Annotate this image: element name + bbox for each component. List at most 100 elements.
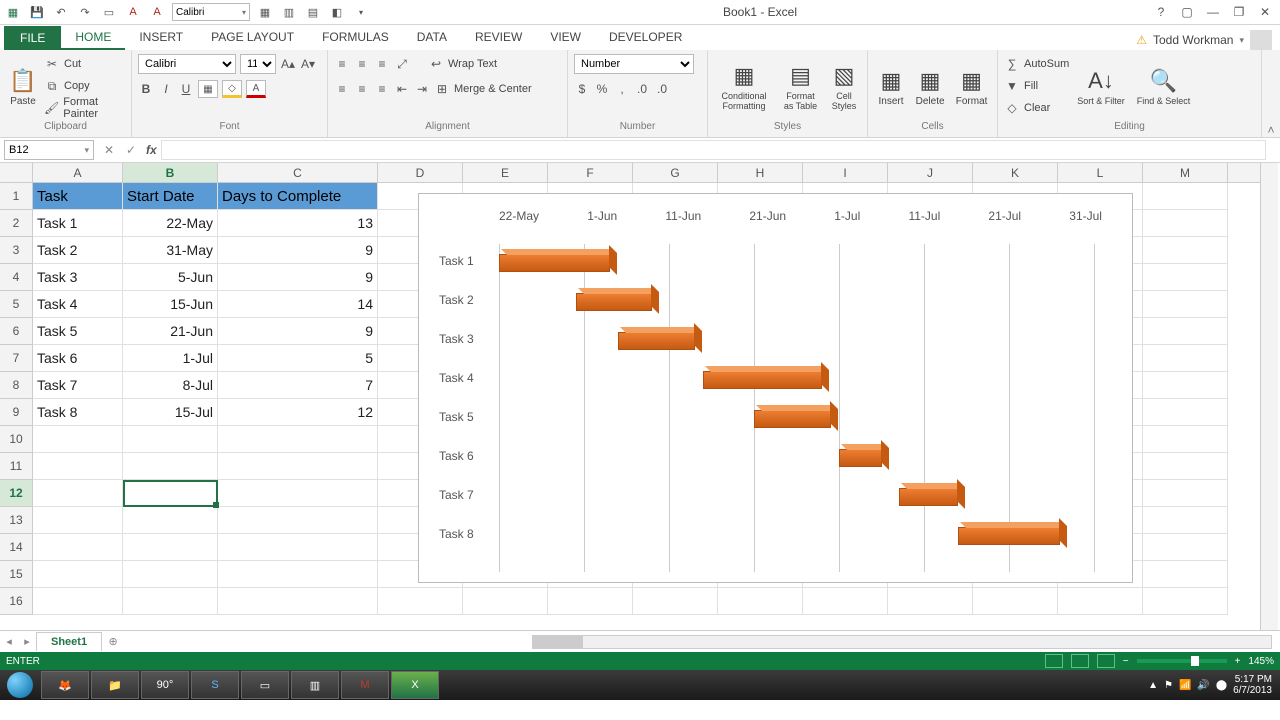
cell[interactable]: [463, 588, 548, 615]
taskbar-app-mcafee[interactable]: M: [341, 671, 389, 699]
ribbon-tab-data[interactable]: DATA: [403, 26, 461, 50]
border-icon[interactable]: ▦: [198, 80, 218, 98]
cell[interactable]: [633, 588, 718, 615]
save-icon[interactable]: 💾: [28, 3, 46, 21]
merge-center-button[interactable]: Merge & Center: [454, 83, 532, 95]
cell[interactable]: [33, 588, 123, 615]
taskbar-clock[interactable]: 5:17 PM 6/7/2013: [1233, 674, 1272, 696]
qat-icon-3[interactable]: A: [148, 3, 166, 21]
cell[interactable]: [123, 453, 218, 480]
bold-icon[interactable]: B: [138, 81, 154, 97]
insert-cells-button[interactable]: ▦Insert: [874, 53, 908, 121]
underline-icon[interactable]: U: [178, 81, 194, 97]
normal-view-icon[interactable]: [1045, 654, 1063, 668]
cell[interactable]: Task 5: [33, 318, 123, 345]
worksheet-area[interactable]: ABCDEFGHIJKLM 1TaskStart DateDays to Com…: [0, 163, 1280, 630]
tray-volume-icon[interactable]: 🔊: [1197, 680, 1209, 691]
align-left-icon[interactable]: ≡: [334, 81, 350, 97]
minimize-icon[interactable]: —: [1202, 3, 1224, 21]
horizontal-scrollbar[interactable]: [132, 635, 1272, 649]
find-select-button[interactable]: 🔍Find & Select: [1133, 53, 1195, 121]
cell[interactable]: Task 8: [33, 399, 123, 426]
column-header[interactable]: G: [633, 163, 718, 182]
tray-icon[interactable]: ⬤: [1216, 680, 1227, 691]
start-button[interactable]: [0, 670, 40, 700]
row-header[interactable]: 1: [0, 183, 33, 210]
percent-icon[interactable]: %: [594, 81, 610, 97]
zoom-level[interactable]: 145%: [1248, 656, 1274, 667]
column-header[interactable]: M: [1143, 163, 1228, 182]
cell[interactable]: Task: [33, 183, 123, 210]
cell[interactable]: [123, 561, 218, 588]
cell[interactable]: [1143, 237, 1228, 264]
cell[interactable]: [1143, 480, 1228, 507]
cell[interactable]: [1143, 426, 1228, 453]
row-header[interactable]: 13: [0, 507, 33, 534]
qat-icon-2[interactable]: A: [124, 3, 142, 21]
fill-color-icon[interactable]: ◇: [222, 80, 242, 98]
cell[interactable]: [1143, 264, 1228, 291]
cell[interactable]: [218, 534, 378, 561]
taskbar-app-weather[interactable]: 90°: [141, 671, 189, 699]
currency-icon[interactable]: $: [574, 81, 590, 97]
cell[interactable]: [973, 588, 1058, 615]
new-sheet-icon[interactable]: ⊕: [102, 635, 124, 648]
column-header[interactable]: K: [973, 163, 1058, 182]
column-header[interactable]: J: [888, 163, 973, 182]
gantt-bar[interactable]: [958, 527, 1060, 545]
cell[interactable]: 22-May: [123, 210, 218, 237]
qat-icon-7[interactable]: ◧: [328, 3, 346, 21]
user-name[interactable]: Todd Workman: [1153, 33, 1233, 47]
cell[interactable]: [218, 453, 378, 480]
cell[interactable]: 5: [218, 345, 378, 372]
format-painter-button[interactable]: 🖌Format Painter: [44, 97, 125, 119]
qat-icon-4[interactable]: ▦: [256, 3, 274, 21]
grow-font-icon[interactable]: A▴: [280, 56, 296, 72]
fx-icon[interactable]: fx: [142, 143, 161, 157]
orientation-icon[interactable]: ⤢: [394, 56, 410, 72]
cell[interactable]: 15-Jun: [123, 291, 218, 318]
zoom-out-icon[interactable]: −: [1123, 656, 1129, 667]
row-header[interactable]: 3: [0, 237, 33, 264]
cell[interactable]: [33, 480, 123, 507]
cell[interactable]: [33, 453, 123, 480]
row-header[interactable]: 9: [0, 399, 33, 426]
cell[interactable]: [1143, 453, 1228, 480]
ribbon-tab-view[interactable]: VIEW: [536, 26, 595, 50]
cell[interactable]: [378, 588, 463, 615]
tab-nav-next-icon[interactable]: ▸: [18, 635, 36, 648]
cell[interactable]: Start Date: [123, 183, 218, 210]
ribbon-tab-home[interactable]: HOME: [61, 26, 125, 50]
cell[interactable]: [218, 507, 378, 534]
chevron-down-icon[interactable]: ▾: [1239, 35, 1244, 46]
row-header[interactable]: 14: [0, 534, 33, 561]
row-header[interactable]: 4: [0, 264, 33, 291]
cell[interactable]: 9: [218, 237, 378, 264]
copy-button[interactable]: ⧉Copy: [44, 75, 125, 97]
shrink-font-icon[interactable]: A▾: [300, 56, 316, 72]
inc-decimal-icon[interactable]: .0: [634, 81, 650, 97]
cell[interactable]: [1143, 291, 1228, 318]
qat-icon-5[interactable]: ▥: [280, 3, 298, 21]
taskbar-app-firefox[interactable]: 🦊: [41, 671, 89, 699]
italic-icon[interactable]: I: [158, 81, 174, 97]
cell[interactable]: [33, 561, 123, 588]
redo-icon[interactable]: ↷: [76, 3, 94, 21]
gantt-bar[interactable]: [618, 332, 695, 350]
fill-button[interactable]: ▼Fill: [1004, 75, 1069, 97]
cell[interactable]: Task 3: [33, 264, 123, 291]
gantt-bar[interactable]: [499, 254, 610, 272]
cancel-formula-icon[interactable]: ✕: [98, 143, 120, 157]
cell[interactable]: [1143, 588, 1228, 615]
cell[interactable]: Task 6: [33, 345, 123, 372]
cell[interactable]: [1143, 345, 1228, 372]
cell[interactable]: Task 2: [33, 237, 123, 264]
cell[interactable]: 21-Jun: [123, 318, 218, 345]
cell[interactable]: 9: [218, 264, 378, 291]
sort-filter-button[interactable]: A↓Sort & Filter: [1073, 53, 1129, 121]
vertical-scrollbar[interactable]: [1260, 163, 1278, 630]
column-header[interactable]: C: [218, 163, 378, 182]
page-layout-view-icon[interactable]: [1071, 654, 1089, 668]
cell[interactable]: [33, 534, 123, 561]
select-all-corner[interactable]: [0, 163, 33, 182]
